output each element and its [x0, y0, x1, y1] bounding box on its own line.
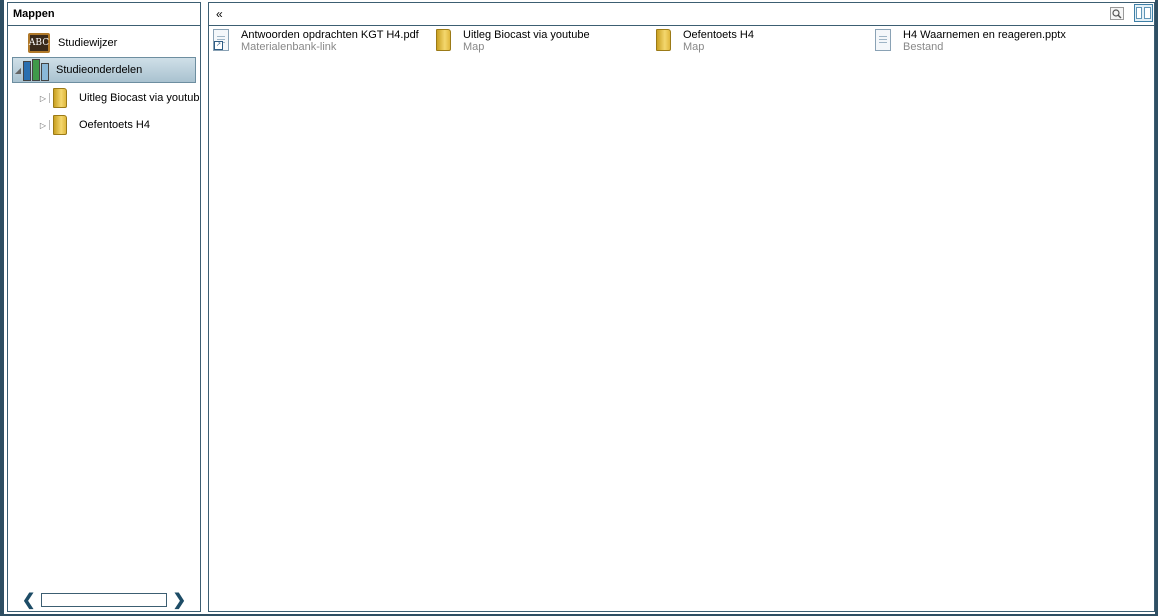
- abc-board-icon: ABC: [28, 33, 50, 53]
- file-list: ↗ Antwoorden opdrachten KGT H4.pdf Mater…: [209, 26, 1154, 611]
- file-item-antwoorden[interactable]: ↗ Antwoorden opdrachten KGT H4.pdf Mater…: [213, 29, 419, 53]
- tree-item-label: Uitleg Biocast via youtube: [79, 92, 200, 104]
- content-pane: « ↗ Antwoorden opdrachten KGT H4.pdf Mat…: [208, 2, 1155, 612]
- file-name: Uitleg Biocast via youtube: [463, 29, 590, 41]
- scroll-right-icon[interactable]: ❯: [173, 590, 186, 610]
- file-type: Bestand: [903, 41, 944, 53]
- expanded-triangle-icon[interactable]: ◢: [13, 66, 23, 75]
- document-link-icon: ↗: [213, 29, 229, 51]
- collapsed-triangle-icon[interactable]: ▷: [38, 121, 48, 130]
- file-item-uitleg-biocast[interactable]: Uitleg Biocast via youtube Map: [436, 29, 590, 53]
- scroll-left-icon[interactable]: ❮: [22, 590, 35, 610]
- tree-item-studiewijzer[interactable]: ABC Studiewijzer: [28, 30, 117, 56]
- tree-item-oefentoets-h4[interactable]: ▷ Oefentoets H4: [38, 112, 150, 138]
- file-name: Antwoorden opdrachten KGT H4.pdf: [241, 29, 419, 41]
- file-type: Map: [463, 41, 485, 53]
- file-item-h4-waarnemen[interactable]: H4 Waarnemen en reageren.pptx Bestand: [875, 29, 1066, 53]
- content-toolbar: «: [209, 3, 1154, 26]
- tree-item-studieonderdelen[interactable]: ◢ Studieonderdelen: [12, 57, 196, 83]
- tree-item-uitleg-biocast[interactable]: ▷ Uitleg Biocast via youtube: [38, 85, 200, 111]
- tree-item-label: Studiewijzer: [58, 37, 118, 49]
- file-name: H4 Waarnemen en reageren.pptx: [903, 29, 1066, 41]
- layout-toggle-icon[interactable]: [1134, 4, 1153, 22]
- file-type: Materialenbank-link: [241, 41, 337, 53]
- tree-guide-line: [49, 93, 50, 103]
- scroll-track[interactable]: [41, 593, 167, 607]
- folders-pane-title: Mappen: [8, 3, 200, 26]
- folders-pane: Mappen ABC Studiewijzer ◢ Studieonderdel…: [7, 2, 201, 612]
- folder-icon: [436, 29, 451, 51]
- folder-icon: [53, 88, 67, 108]
- collapse-pane-button[interactable]: «: [216, 7, 223, 21]
- document-icon: [875, 29, 891, 51]
- window-left-edge: [0, 0, 4, 616]
- horizontal-scrollbar[interactable]: ❮ ❯: [8, 589, 200, 611]
- search-icon[interactable]: [1110, 7, 1124, 20]
- file-type: Map: [683, 41, 705, 53]
- file-name: Oefentoets H4: [683, 29, 754, 41]
- books-icon: [23, 59, 50, 81]
- folder-tree: ABC Studiewijzer ◢ Studieonderdelen ▷ Ui…: [8, 26, 200, 589]
- tree-item-label: Studieonderdelen: [56, 64, 143, 76]
- tree-guide-line: [49, 120, 50, 130]
- tree-item-label: Oefentoets H4: [79, 119, 150, 131]
- collapsed-triangle-icon[interactable]: ▷: [38, 94, 48, 103]
- folder-icon: [656, 29, 671, 51]
- folder-icon: [53, 115, 67, 135]
- file-item-oefentoets-h4[interactable]: Oefentoets H4 Map: [656, 29, 754, 53]
